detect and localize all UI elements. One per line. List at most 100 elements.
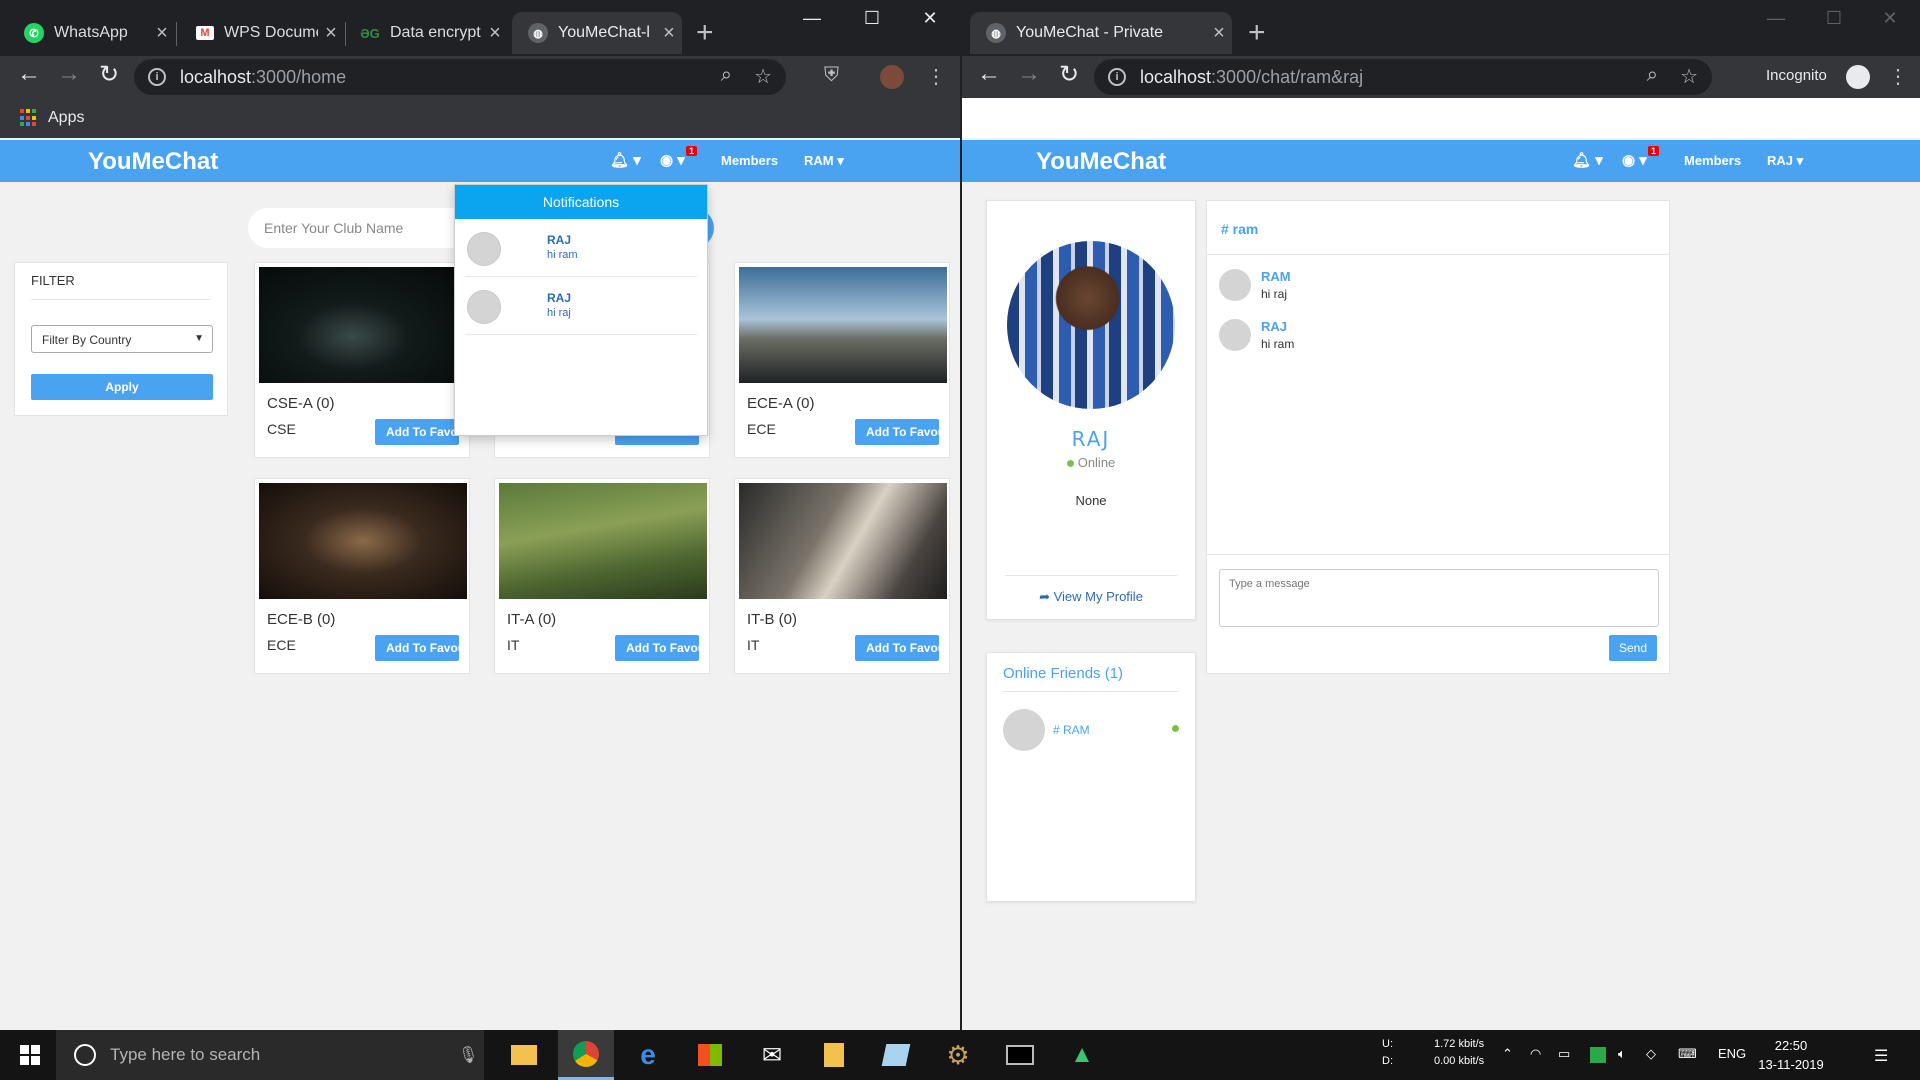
avatar xyxy=(1219,269,1251,301)
country-select[interactable]: Filter By Country ▼ xyxy=(31,325,213,353)
add-to-favourites-button[interactable]: Add To Favourites xyxy=(375,635,459,661)
message-input[interactable] xyxy=(1219,569,1659,627)
club-search-input[interactable]: Enter Your Club Name xyxy=(248,208,466,248)
info-icon[interactable]: i xyxy=(148,68,166,86)
dropdown-arrow-icon: ▼ xyxy=(194,333,204,344)
taskbar-search-box[interactable]: Type here to search 🎙︎ xyxy=(56,1030,484,1080)
tab-wps[interactable]: M WPS Docume × xyxy=(172,12,344,54)
language-indicator[interactable]: ENG xyxy=(1718,1046,1746,1061)
app-tray-icon[interactable] xyxy=(1590,1047,1606,1063)
zoom-icon[interactable]: ⌕ xyxy=(721,64,732,87)
friend-name-link[interactable]: # RAM xyxy=(1053,723,1090,737)
store-icon[interactable] xyxy=(682,1030,738,1080)
forward-icon[interactable]: → xyxy=(1012,60,1046,88)
message-sender: RAM xyxy=(1261,269,1291,284)
chevron-up-icon[interactable]: ⌃ xyxy=(1502,1046,1513,1062)
home-page: YouMeChat 🔔︎ ▾ ◉ ▾ 1 Members RAM ▾ Enter … xyxy=(0,138,960,1030)
notification-item[interactable]: RAJ hi raj xyxy=(465,277,697,335)
avatar xyxy=(1003,709,1045,751)
forward-icon[interactable]: → xyxy=(52,60,86,88)
info-icon[interactable]: i xyxy=(1108,68,1126,86)
friend-requests-icon[interactable]: ◉ ▾ 1 xyxy=(660,146,698,169)
close-icon[interactable]: × xyxy=(482,22,508,45)
view-profile-link[interactable]: ➦ View My Profile xyxy=(987,589,1195,605)
bell-icon[interactable]: 🔔︎ ▾ xyxy=(1572,151,1603,169)
edge-icon[interactable]: e xyxy=(620,1030,676,1080)
browser-toolbar: ← → ↻ i localhost:3000/chat/ram&raj ⌕ ☆ … xyxy=(962,56,1920,98)
close-icon[interactable]: × xyxy=(656,22,682,45)
clock[interactable]: 22:50 13-11-2019 xyxy=(1746,1036,1836,1074)
add-to-favourites-button[interactable]: Add To Favourites xyxy=(855,419,939,445)
apps-grid-icon[interactable] xyxy=(20,109,38,127)
incognito-label[interactable]: Incognito xyxy=(1766,67,1827,84)
tab-youmechat-private[interactable]: ◍ YouMeChat - Private × xyxy=(970,12,1232,54)
reload-icon[interactable]: ↻ xyxy=(1052,60,1086,89)
apply-button[interactable]: Apply xyxy=(31,374,213,400)
close-window-icon[interactable]: ✕ xyxy=(1870,8,1910,29)
nav-user-menu[interactable]: RAM ▾ xyxy=(804,153,844,169)
friend-request-badge: 1 xyxy=(1648,146,1660,156)
volume-icon[interactable]: 🔈︎ xyxy=(1618,1046,1626,1062)
notification-item[interactable]: RAJ hi ram xyxy=(465,219,697,277)
shield-extension-icon[interactable]: ⛨ xyxy=(824,64,839,87)
friend-requests-icon[interactable]: ◉ ▾ 1 xyxy=(1622,146,1660,169)
close-window-icon[interactable]: ✕ xyxy=(910,8,950,29)
menu-kebab-icon[interactable]: ⋮ xyxy=(1888,64,1908,89)
bookmark-apps[interactable]: Apps xyxy=(48,109,84,127)
sticky-notes-icon[interactable] xyxy=(806,1030,862,1080)
settings-gear-icon[interactable]: ⚙ xyxy=(930,1030,986,1080)
tab-whatsapp[interactable]: ✆ WhatsApp × xyxy=(0,12,175,54)
snipping-tool-icon[interactable] xyxy=(868,1030,924,1080)
address-bar[interactable]: i localhost:3000/home ⌕ ☆ xyxy=(134,59,786,95)
maximize-icon[interactable]: ☐ xyxy=(1814,8,1854,29)
battery-icon[interactable]: ▭ xyxy=(1558,1046,1570,1062)
terminal-icon[interactable] xyxy=(992,1030,1048,1080)
add-to-favourites-button[interactable]: Add To Favourites xyxy=(615,635,699,661)
nav-members[interactable]: Members xyxy=(1684,153,1741,168)
message-text: hi raj xyxy=(1261,287,1288,301)
menu-kebab-icon[interactable]: ⋮ xyxy=(926,64,946,89)
app-brand[interactable]: YouMeChat xyxy=(88,148,218,176)
bookmark-star-icon[interactable]: ☆ xyxy=(754,64,772,89)
new-tab-icon[interactable]: + xyxy=(1248,18,1266,48)
chrome-icon[interactable] xyxy=(558,1030,614,1080)
profile-avatar-icon[interactable] xyxy=(880,65,904,89)
notification-sender: RAJ xyxy=(547,291,572,305)
back-icon[interactable]: ← xyxy=(972,60,1006,88)
back-icon[interactable]: ← xyxy=(12,60,46,88)
filter-title: FILTER xyxy=(31,273,75,288)
maximize-icon[interactable]: ☐ xyxy=(852,8,892,29)
nav-members[interactable]: Members xyxy=(721,153,778,168)
divider xyxy=(1003,691,1179,692)
bell-icon[interactable]: 🔔︎ ▾ xyxy=(610,151,641,169)
online-friends-header: Online Friends (1) xyxy=(1003,665,1124,682)
nav-user-menu[interactable]: RAJ ▾ xyxy=(1767,153,1803,169)
address-bar[interactable]: i localhost:3000/chat/ram&raj ⌕ ☆ xyxy=(1094,59,1712,95)
tab-youmechat[interactable]: ◍ YouMeChat-l × xyxy=(512,12,682,54)
mail-icon[interactable]: ✉ xyxy=(744,1030,800,1080)
add-to-favourites-button[interactable]: Add To Favourites xyxy=(855,635,939,661)
windows-start-icon[interactable] xyxy=(20,1045,40,1065)
close-icon[interactable]: × xyxy=(1206,22,1232,45)
new-tab-icon[interactable]: + xyxy=(696,18,714,48)
incognito-icon[interactable] xyxy=(1846,65,1870,89)
app-brand[interactable]: YouMeChat xyxy=(1036,148,1166,176)
tab-data-encrypt[interactable]: ƏG Data encrypt × xyxy=(336,12,508,54)
dropbox-icon[interactable]: ◇ xyxy=(1646,1046,1656,1062)
upload-speed: 1.72 kbit/s xyxy=(1434,1038,1485,1050)
send-button[interactable]: Send xyxy=(1609,635,1657,661)
microphone-icon[interactable]: 🎙︎ xyxy=(458,1045,478,1065)
minimize-icon[interactable]: — xyxy=(792,8,832,29)
minimize-icon[interactable]: — xyxy=(1756,8,1796,29)
keyboard-icon[interactable]: ⌨ xyxy=(1678,1046,1697,1062)
bookmark-star-icon[interactable]: ☆ xyxy=(1680,64,1698,89)
file-explorer-icon[interactable] xyxy=(496,1030,552,1080)
add-to-favourites-button[interactable]: Add To Favourites xyxy=(375,419,459,445)
reload-icon[interactable]: ↻ xyxy=(92,60,126,89)
wifi-icon[interactable]: ◠ xyxy=(1530,1046,1541,1062)
action-center-icon[interactable]: ☰ xyxy=(1874,1046,1888,1066)
android-studio-icon[interactable]: ▲ xyxy=(1054,1030,1110,1080)
club-country: IT xyxy=(747,637,760,653)
profile-card: RAJ Online None ➦ View My Profile xyxy=(986,200,1196,620)
zoom-icon[interactable]: ⌕ xyxy=(1647,64,1658,87)
